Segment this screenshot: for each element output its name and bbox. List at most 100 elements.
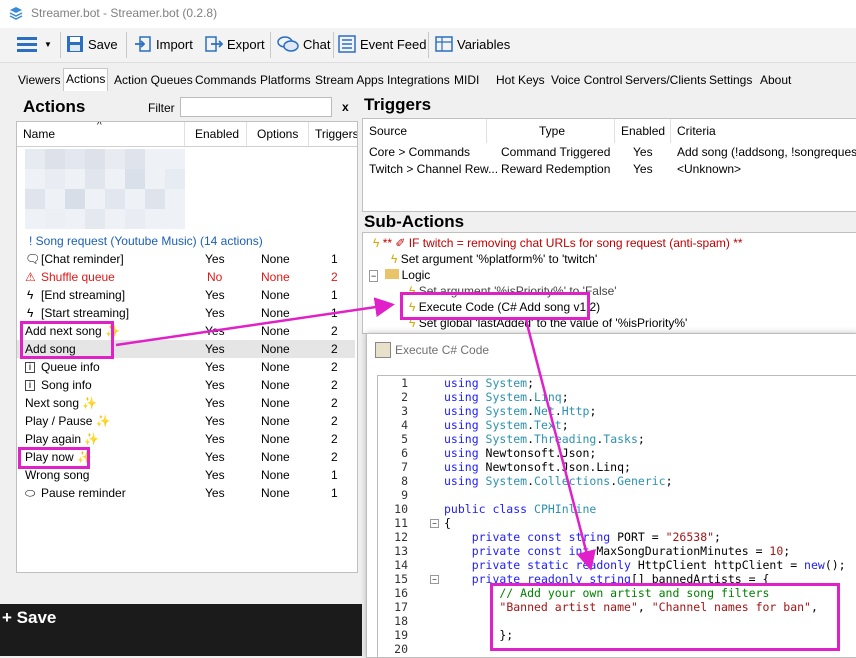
action-group-header[interactable]: ! Song request (Youtube Music) (14 actio…: [17, 232, 355, 250]
save-button[interactable]: Save: [66, 33, 118, 55]
action-enabled: Yes: [205, 432, 225, 446]
line-number: 17: [394, 600, 408, 614]
event-feed-label: Event Feed: [360, 36, 427, 52]
action-options: None: [261, 414, 290, 428]
trigger-row[interactable]: Twitch > Channel Rew... Reward Redemptio…: [363, 160, 856, 178]
chat-button[interactable]: Chat: [277, 33, 330, 55]
action-row[interactable]: Next song ✨ Yes None 2: [17, 394, 355, 412]
tab-actions[interactable]: Actions: [63, 68, 109, 91]
code-line: using System.Linq;: [444, 390, 569, 404]
subaction-item[interactable]: ϟ ** ✐ IF twitch = removing chat URLs fo…: [373, 236, 743, 250]
speech-icon: ⬭: [25, 486, 36, 500]
export-button[interactable]: Export: [205, 33, 265, 55]
trigger-criteria: Add song (!addsong, !songrequest, ...: [677, 145, 856, 159]
column-header-criteria[interactable]: Criteria: [671, 119, 856, 143]
floppy-disk-icon: [67, 36, 83, 52]
line-number: 10: [394, 502, 408, 516]
tab-commands[interactable]: Commands: [193, 70, 258, 90]
subaction-item[interactable]: ϟ Set argument '%platform%' to 'twitch': [391, 252, 597, 266]
toolbar-divider: [333, 32, 334, 58]
toolbar: ▼ Save Import Export Chat Event Feed Var…: [0, 28, 856, 63]
action-triggers: 2: [331, 396, 338, 410]
action-row[interactable]: 🗨 [Chat reminder] Yes None 1: [17, 250, 355, 268]
action-options: None: [261, 432, 290, 446]
tab-voice-control[interactable]: Voice Control: [549, 70, 624, 90]
action-options: None: [261, 378, 290, 392]
trigger-enabled: Yes: [633, 162, 653, 176]
header-divider: [17, 146, 357, 147]
action-options: None: [261, 270, 290, 284]
tab-settings[interactable]: Settings: [707, 70, 754, 90]
trigger-enabled: Yes: [633, 145, 653, 159]
action-triggers: 1: [331, 306, 338, 320]
filter-input[interactable]: [180, 97, 332, 117]
code-line: using System.Net.Http;: [444, 404, 597, 418]
action-triggers: 1: [331, 252, 338, 266]
action-row[interactable]: ⬭ Pause reminder Yes None 1: [17, 484, 355, 502]
action-triggers: 2: [331, 450, 338, 464]
column-header-triggers[interactable]: Triggers: [309, 122, 357, 146]
main-tabs: Viewers Actions Action Queues Commands P…: [8, 68, 856, 91]
action-options: None: [261, 252, 290, 266]
column-header-enabled[interactable]: Enabled: [185, 122, 247, 146]
variables-label: Variables: [457, 36, 511, 52]
subaction-label: Set argument '%platform%' to 'twitch': [400, 252, 598, 266]
action-row[interactable]: ϟ [Start streaming] Yes None 1: [17, 304, 355, 322]
action-row[interactable]: ϟ [End streaming] Yes None 1: [17, 286, 355, 304]
action-enabled: No: [207, 270, 223, 284]
action-triggers: 1: [331, 468, 338, 482]
line-number: 9: [401, 488, 408, 502]
action-enabled: Yes: [205, 396, 225, 410]
action-row[interactable]: Play again ✨ Yes None 2: [17, 430, 355, 448]
trigger-type: Reward Redemption: [501, 162, 611, 176]
toolbar-divider: [270, 32, 271, 58]
column-header-options[interactable]: Options: [247, 122, 309, 146]
variables-button[interactable]: Variables: [435, 33, 510, 55]
trigger-source: Twitch > Channel Rew...: [369, 162, 499, 176]
tab-action-queues[interactable]: Action Queues: [112, 70, 195, 90]
code-line: {: [444, 516, 451, 530]
action-triggers: 1: [331, 288, 338, 302]
action-row[interactable]: i Song info Yes None 2: [17, 376, 355, 394]
fold-icon[interactable]: −: [430, 519, 439, 528]
action-enabled: Yes: [205, 414, 225, 428]
code-line: using Newtonsoft.Json.Linq;: [444, 460, 631, 474]
action-options: None: [261, 450, 290, 464]
actions-heading: Actions: [23, 97, 86, 116]
tab-hot-keys[interactable]: Hot Keys: [494, 70, 547, 90]
annotation-box-banned-artists: [490, 583, 840, 651]
action-row[interactable]: ⚠ Shuffle queue No None 2: [17, 268, 355, 286]
chevron-down-icon: ▼: [44, 39, 52, 49]
subactions-heading: Sub-Actions: [364, 212, 465, 231]
tab-stream-apps[interactable]: Stream Apps: [313, 70, 386, 90]
fold-icon[interactable]: −: [430, 575, 439, 584]
tab-viewers[interactable]: Viewers: [16, 70, 62, 90]
bolt-icon: ϟ: [27, 306, 34, 320]
subaction-group-logic[interactable]: − Logic: [369, 268, 430, 282]
tab-platforms[interactable]: Platforms: [258, 70, 313, 90]
action-row[interactable]: i Queue info Yes None 2: [17, 358, 355, 376]
export-icon: [205, 36, 223, 52]
event-feed-button[interactable]: Event Feed: [338, 33, 427, 55]
action-name: Song info: [41, 378, 92, 392]
folder-icon: [384, 269, 399, 279]
column-header-enabled[interactable]: Enabled: [615, 119, 671, 143]
action-row[interactable]: Play / Pause ✨ Yes None 2: [17, 412, 355, 430]
tab-servers-clients[interactable]: Servers/Clients: [623, 70, 708, 90]
tab-integrations[interactable]: Integrations: [385, 70, 452, 90]
bottom-save-button[interactable]: + Save: [2, 608, 56, 628]
menu-button[interactable]: ▼: [16, 33, 52, 55]
column-header-type[interactable]: Type: [487, 119, 615, 143]
tab-midi[interactable]: MIDI: [452, 70, 481, 90]
background-app-strip: + Save: [0, 604, 362, 656]
column-header-source[interactable]: Source: [363, 119, 487, 143]
trigger-row[interactable]: Core > Commands Command Triggered Yes Ad…: [363, 143, 856, 161]
action-options: None: [261, 324, 290, 338]
tab-about[interactable]: About: [758, 70, 793, 90]
bottom-save-label: Save: [16, 608, 57, 627]
import-button[interactable]: Import: [134, 33, 193, 55]
action-options: None: [261, 360, 290, 374]
subaction-label: Logic: [401, 268, 431, 282]
import-label: Import: [156, 36, 193, 52]
clear-filter-button[interactable]: x: [342, 100, 349, 114]
